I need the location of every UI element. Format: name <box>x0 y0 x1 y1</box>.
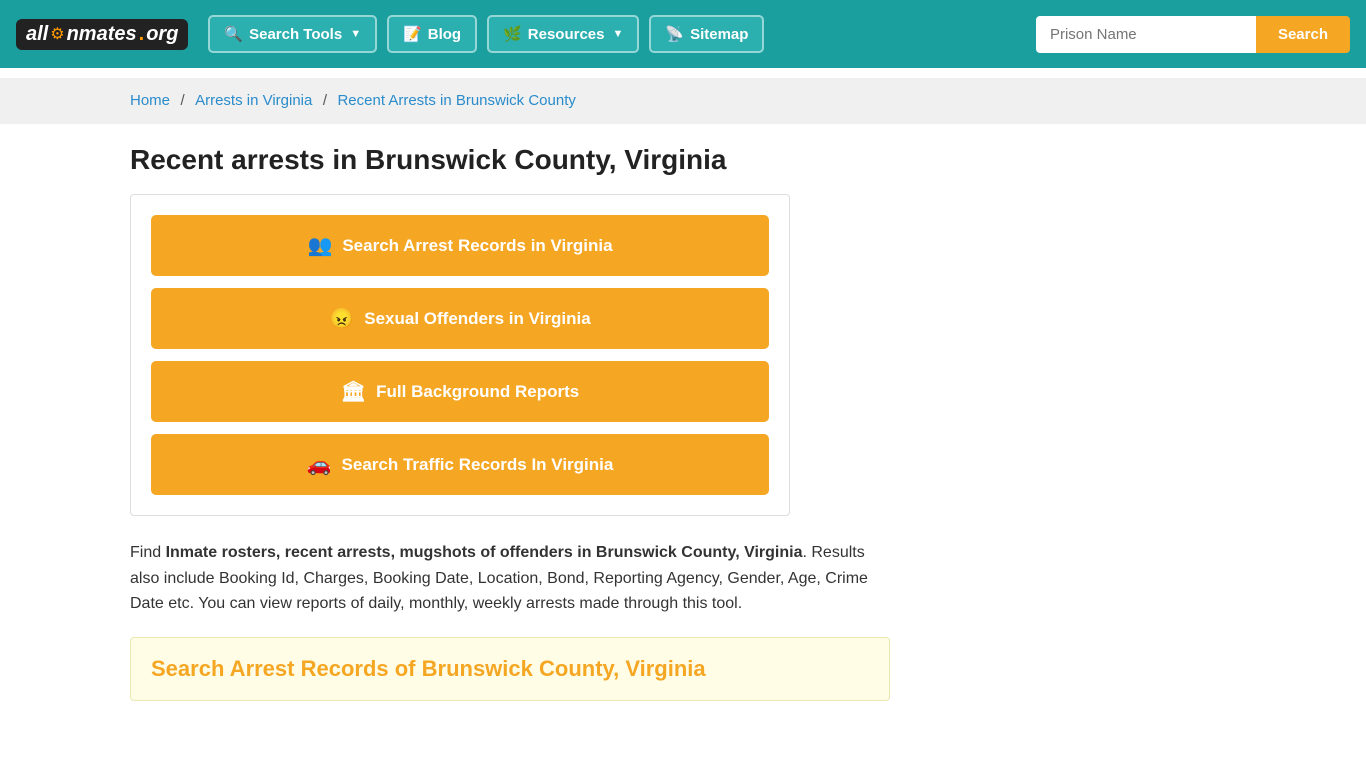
sitemap-button[interactable]: 📡 Sitemap <box>649 15 764 53</box>
action-buttons-panel: 👥 Search Arrest Records in Virginia 😠 Se… <box>130 194 790 516</box>
sexual-offenders-button[interactable]: 😠 Sexual Offenders in Virginia <box>151 288 769 349</box>
full-background-reports-label: Full Background Reports <box>376 382 579 402</box>
breadcrumb-sep-2: / <box>323 92 327 109</box>
logo-gear-icon: ⚙ <box>50 24 64 44</box>
search-arrest-records-label: Search Arrest Records in Virginia <box>342 236 612 256</box>
search-traffic-records-label: Search Traffic Records In Virginia <box>342 455 614 475</box>
prison-search: Search <box>1036 16 1350 53</box>
sitemap-icon: 📡 <box>665 25 684 43</box>
page-title: Recent arrests in Brunswick County, Virg… <box>130 144 1236 176</box>
description-paragraph: Find Inmate rosters, recent arrests, mug… <box>130 540 890 617</box>
blog-icon: 📝 <box>403 25 422 43</box>
search-tools-button[interactable]: 🔍 Search Tools ▼ <box>208 15 377 53</box>
breadcrumb-arrests-link[interactable]: Arrests in Virginia <box>195 92 312 109</box>
background-reports-icon: 🏛 <box>341 379 366 404</box>
description-bold: Inmate rosters, recent arrests, mugshots… <box>166 544 803 561</box>
search-records-section: Search Arrest Records of Brunswick Count… <box>130 637 890 701</box>
search-tools-icon: 🔍 <box>224 25 243 43</box>
blog-label: Blog <box>428 26 461 43</box>
logo-dot-text: . <box>139 23 145 46</box>
search-records-title: Search Arrest Records of Brunswick Count… <box>151 656 869 682</box>
prison-search-label: Search <box>1278 26 1328 43</box>
search-tools-caret-icon: ▼ <box>350 28 361 40</box>
blog-button[interactable]: 📝 Blog <box>387 15 477 53</box>
full-background-reports-button[interactable]: 🏛 Full Background Reports <box>151 361 769 422</box>
breadcrumb: Home / Arrests in Virginia / Recent Arre… <box>0 78 1366 124</box>
sexual-offenders-label: Sexual Offenders in Virginia <box>364 309 590 329</box>
resources-caret-icon: ▼ <box>613 28 624 40</box>
main-content: Recent arrests in Brunswick County, Virg… <box>0 124 1366 741</box>
breadcrumb-home-link[interactable]: Home <box>130 92 170 109</box>
search-traffic-records-button[interactable]: 🚗 Search Traffic Records In Virginia <box>151 434 769 495</box>
logo-all-text: all <box>26 23 48 46</box>
sitemap-label: Sitemap <box>690 26 748 43</box>
description-pre: Find <box>130 544 166 561</box>
logo-inmates-text: nmates <box>67 23 137 46</box>
search-tools-label: Search Tools <box>249 26 342 43</box>
navbar: all ⚙ nmates . org 🔍 Search Tools ▼ 📝 Bl… <box>0 0 1366 68</box>
traffic-records-icon: 🚗 <box>307 452 332 477</box>
resources-icon: 🌿 <box>503 25 522 43</box>
resources-label: Resources <box>528 26 605 43</box>
logo-org-text: org <box>146 23 178 46</box>
breadcrumb-sep-1: / <box>180 92 184 109</box>
prison-name-input[interactable] <box>1036 16 1256 53</box>
sexual-offenders-icon: 😠 <box>329 306 354 331</box>
breadcrumb-current: Recent Arrests in Brunswick County <box>337 92 575 109</box>
prison-search-button[interactable]: Search <box>1256 16 1350 53</box>
resources-button[interactable]: 🌿 Resources ▼ <box>487 15 639 53</box>
search-arrest-records-button[interactable]: 👥 Search Arrest Records in Virginia <box>151 215 769 276</box>
arrest-records-icon: 👥 <box>307 233 332 258</box>
logo[interactable]: all ⚙ nmates . org <box>16 19 188 50</box>
